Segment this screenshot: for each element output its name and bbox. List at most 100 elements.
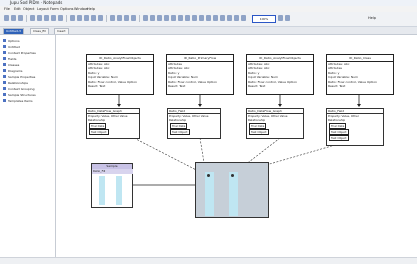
align-right-icon[interactable]	[124, 15, 129, 21]
relation-text: Relationship	[169, 118, 187, 122]
sidebar-item-sample-properties[interactable]: Sample Properties	[3, 74, 35, 79]
class-title: ID_Ratio_AnalytFlowObjects	[247, 55, 313, 62]
sidebar-item-label: Sample Properties	[8, 74, 36, 79]
diagram-icon	[3, 69, 6, 72]
test-object-button[interactable]: Test Object	[249, 129, 269, 135]
color-icon[interactable]	[199, 15, 204, 21]
italic-icon[interactable]	[220, 15, 225, 21]
relation-box[interactable]: Ratio_Field Property: Value, Other Relat…	[326, 108, 384, 146]
sidebar-item-fields[interactable]: Fields	[3, 56, 17, 61]
class-title: ID_Ratio_PrimaryFlow	[167, 55, 233, 62]
sample-icon	[3, 75, 6, 78]
send-back-icon[interactable]	[164, 15, 169, 21]
relation-text: Relationship	[248, 118, 266, 122]
fill-bar	[116, 176, 122, 205]
cut-icon[interactable]	[30, 15, 35, 21]
relation-box[interactable]: Ratio_Field Property: Value, Other Value…	[167, 108, 221, 139]
class-title: ID_Ratio_AnalytFlowObjects	[87, 55, 153, 62]
class-tool-icon[interactable]	[77, 15, 82, 21]
help-link[interactable]: Help	[368, 15, 376, 21]
fill-bar	[229, 172, 238, 216]
new-icon[interactable]	[4, 15, 9, 21]
preview-icon[interactable]	[241, 15, 246, 21]
class-box[interactable]: ID_Ratio_AnalytFlowObjects Attrbutes: Ab…	[246, 54, 314, 95]
sidebar-item-templates[interactable]: Templates Items	[3, 98, 33, 103]
underline-icon[interactable]	[227, 15, 232, 21]
sidebar-item-label: Options	[8, 38, 20, 43]
sidebar-item-label: Sample Structures	[8, 92, 36, 97]
sidebar-item-diagrams[interactable]: Diagrams	[3, 68, 22, 73]
redo-icon[interactable]	[58, 15, 63, 21]
class-box[interactable]: ID_Ratio_Class Attrbutes: Abc Attrbutes …	[326, 54, 394, 95]
zoom-in-icon[interactable]	[278, 15, 283, 21]
font-icon[interactable]	[206, 15, 211, 21]
class-icon	[3, 63, 6, 66]
field-icon	[3, 57, 6, 60]
class-title: ID_Ratio_Class	[327, 55, 393, 62]
diagram-canvas[interactable]: ID_Ratio_AnalytFlowObjects Attrbutes: Ab…	[56, 35, 411, 257]
class-box[interactable]: ID_Ratio_AnalytFlowObjects Attrbutes: Ab…	[86, 54, 154, 95]
sidebar-item-classes[interactable]: Classes	[3, 62, 19, 67]
group-icon	[3, 87, 6, 90]
sidebar-item-label: Fields	[8, 56, 17, 61]
undo-icon[interactable]	[51, 15, 56, 21]
relation-box[interactable]: Ratio_DataFlow_Graph Property: Value, Ot…	[86, 108, 140, 139]
bring-front-icon[interactable]	[157, 15, 162, 21]
zoom-out-icon[interactable]	[285, 15, 290, 21]
class-attribute: Result: Text	[88, 84, 106, 89]
toolbar: 100% Help	[0, 12, 417, 27]
structure-icon	[3, 93, 6, 96]
distribute-icon[interactable]	[131, 15, 136, 21]
grid-icon[interactable]	[171, 15, 176, 21]
tab-untitled[interactable]: Untitled-3	[3, 28, 24, 34]
class-box[interactable]: ID_Ratio_PrimaryFlow Attrbutes Attrbutes…	[166, 54, 234, 95]
folder-icon	[3, 39, 6, 42]
print-icon[interactable]	[234, 15, 239, 21]
sidebar-item-label: Templates Items	[8, 98, 33, 103]
paste-icon[interactable]	[44, 15, 49, 21]
document-tabs: Untitled-3 Class_fill Insert	[0, 27, 417, 35]
document-icon	[3, 45, 6, 48]
link-icon	[3, 81, 6, 84]
toolbar-separator	[26, 15, 27, 22]
relation-box[interactable]: Ratio_DataFlow_Graph Property: Value, Ot…	[246, 108, 304, 139]
sidebar-item-context-properties[interactable]: Context Properties	[3, 50, 36, 55]
test-object-button[interactable]: Test Object	[89, 129, 109, 135]
property-icon	[3, 51, 6, 54]
toolbar-separator	[139, 15, 140, 22]
lock-icon[interactable]	[192, 15, 197, 21]
bold-icon[interactable]	[213, 15, 218, 21]
tab-class-fill[interactable]: Class_fill	[30, 28, 49, 34]
sidebar-item-sample-structures[interactable]: Sample Structures	[3, 92, 36, 97]
layer-icon[interactable]	[185, 15, 190, 21]
copy-icon[interactable]	[37, 15, 42, 21]
open-icon[interactable]	[11, 15, 16, 21]
snap-icon[interactable]	[178, 15, 183, 21]
group-icon[interactable]	[143, 15, 148, 21]
align-left-icon[interactable]	[110, 15, 115, 21]
class-attribute: Result: Text	[328, 84, 346, 89]
sidebar-item-relationships[interactable]: Relationships	[3, 80, 28, 85]
result-thumbnail[interactable]	[195, 162, 269, 218]
pointer-icon[interactable]	[70, 15, 75, 21]
test-object-button[interactable]: Test Object	[329, 135, 349, 141]
align-center-icon[interactable]	[117, 15, 122, 21]
thumbnail-subtitle: Ratio_Fill	[92, 169, 133, 174]
save-icon[interactable]	[18, 15, 23, 21]
sidebar-item-untitled[interactable]: Untitled	[3, 44, 20, 49]
sidebar-item-label: Context Grouping	[8, 86, 35, 91]
line-tool-icon[interactable]	[91, 15, 96, 21]
class-attribute: Result: Text	[248, 84, 266, 89]
ungroup-icon[interactable]	[150, 15, 155, 21]
sidebar-item-context-grouping[interactable]: Context Grouping	[3, 86, 34, 91]
sample-thumbnail[interactable]: Sample Ratio_Fill	[91, 163, 133, 208]
anchor-point[interactable]	[207, 174, 210, 177]
relation-tool-icon[interactable]	[84, 15, 89, 21]
text-tool-icon[interactable]	[98, 15, 103, 21]
sidebar-item-options[interactable]: Options	[3, 38, 20, 43]
test-object-button[interactable]: Test Object	[170, 129, 190, 135]
anchor-point[interactable]	[231, 174, 234, 177]
fill-bar	[205, 172, 214, 216]
zoom-select[interactable]: 100%	[252, 15, 276, 23]
tab-insert[interactable]: Insert	[54, 28, 69, 34]
